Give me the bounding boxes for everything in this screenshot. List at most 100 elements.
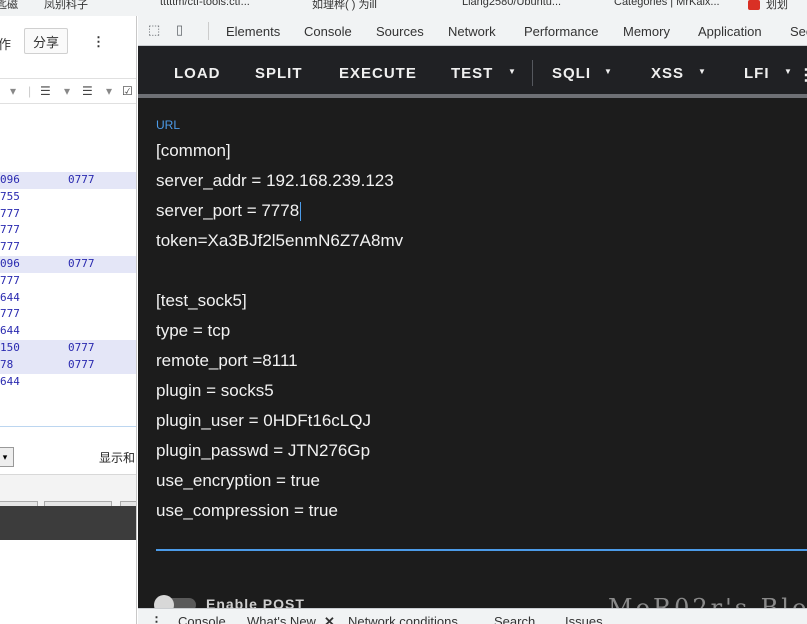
divider	[208, 22, 209, 40]
code-mode-value: 0777	[68, 357, 95, 371]
url-line: plugin_user = 0HDFt16cLQJ	[156, 411, 371, 430]
editor-code[interactable]: 096 0777 755 777 777 777 096 0777 777 644 777 644 15…	[0, 172, 136, 390]
code-permission-value: 096	[0, 173, 20, 186]
xss-menu-button[interactable]: XSS	[651, 65, 684, 82]
bookmark-item[interactable]: 如理桦( ) 为ill	[312, 0, 377, 12]
bookmarks-bar: 匙磁 凤别科子 tttttm/ctf-tools:ctf... 如理桦( ) 为…	[0, 0, 807, 16]
url-line-text: server_port = 7778	[156, 201, 300, 220]
drawer-tab-console[interactable]: Console	[178, 614, 226, 624]
editor-top-toolbar: 作 分享 ⋮	[0, 26, 136, 56]
bookmark-item[interactable]: 划划	[766, 0, 788, 12]
url-line: [test_sock5]	[156, 291, 247, 310]
code-permission-value: 78	[0, 357, 14, 371]
lfi-menu-button[interactable]: LFI	[744, 65, 770, 82]
code-permission-value: 644	[0, 324, 20, 338]
chevron-down-icon[interactable]: ▼	[698, 67, 707, 76]
url-textarea[interactable]: [common] server_addr = 192.168.239.123 s…	[156, 136, 796, 526]
url-line	[156, 256, 796, 286]
sqli-menu-button[interactable]: SQLI	[552, 65, 591, 82]
url-line: plugin_passwd = JTN276Gp	[156, 441, 371, 460]
code-line: 755	[0, 189, 136, 206]
taskbar-area	[0, 506, 136, 540]
url-line: remote_port =8111	[156, 351, 298, 370]
code-line: 150 0777	[0, 339, 136, 357]
inspect-element-icon[interactable]: ⬚	[148, 22, 164, 38]
bullet-list-icon[interactable]: ☰	[82, 84, 93, 98]
code-line: 777	[0, 239, 136, 256]
drawer-tab-issues[interactable]: Issues	[565, 614, 603, 624]
code-permission-value: 096	[0, 256, 20, 270]
devtools-drawer-tabbar: ⋮ Console What's New ✕ Network condition…	[138, 608, 807, 624]
drawer-tab-network-conditions[interactable]: Network conditions	[348, 614, 458, 624]
textarea-focus-underline	[156, 549, 807, 551]
toolbar-partial-label[interactable]: 作	[0, 34, 11, 53]
url-line: use_encryption = true	[156, 471, 320, 490]
url-line: type = tcp	[156, 321, 231, 340]
split-button[interactable]: SPLIT	[255, 65, 303, 82]
editor-status-area: ▾ 显示和	[0, 426, 136, 467]
url-label: URL	[156, 118, 181, 132]
bookmark-favicon-icon	[748, 0, 760, 10]
chevron-down-icon[interactable]: ▼	[508, 67, 517, 76]
test-menu-button[interactable]: TEST	[451, 65, 493, 82]
more-options-icon[interactable]: ⋮	[798, 65, 807, 85]
editor-bottom-toolbar	[0, 474, 136, 509]
chevron-down-icon[interactable]: ▼	[604, 67, 613, 76]
devtools-tabbar: ⬚ ▯ Elements Console Sources Network Per…	[138, 16, 807, 46]
checkbox-list-icon[interactable]: ☑	[122, 84, 133, 98]
code-permission-value: 777	[0, 273, 20, 287]
code-permission-value: 777	[0, 240, 20, 254]
bookmark-item[interactable]: 匙磁	[0, 0, 18, 12]
code-mode-value: 0777	[68, 340, 95, 354]
url-line: plugin = socks5	[156, 381, 274, 400]
more-options-icon[interactable]: ⋮	[92, 34, 105, 50]
code-line: 096 0777	[0, 172, 136, 189]
divider: |	[28, 84, 32, 98]
execute-button[interactable]: EXECUTE	[339, 65, 417, 82]
chevron-down-icon[interactable]: ▾	[10, 84, 16, 98]
url-line: token=Xa3BJf2l5enmN6Z7A8mv	[156, 231, 404, 250]
device-toolbar-icon[interactable]: ▯	[176, 22, 192, 38]
tab-security[interactable]: Sec	[790, 24, 807, 39]
divider	[532, 60, 533, 86]
bookmark-item[interactable]: tttttm/ctf-tools:ctf...	[160, 0, 250, 8]
chevron-down-icon[interactable]: ▾	[106, 84, 112, 98]
tab-network[interactable]: Network	[448, 24, 496, 39]
url-line: server_port = 7778	[156, 196, 796, 226]
code-permission-value: 755	[0, 189, 20, 203]
code-line: 777	[0, 222, 136, 239]
tab-performance[interactable]: Performance	[524, 24, 598, 39]
tab-sources[interactable]: Sources	[376, 24, 424, 39]
text-cursor	[300, 202, 302, 222]
tab-application[interactable]: Application	[698, 24, 762, 39]
bookmark-item[interactable]: 凤别科子	[44, 0, 88, 12]
code-permission-value: 777	[0, 223, 20, 237]
code-mode-value: 0777	[68, 256, 95, 270]
code-line: 644	[0, 323, 136, 340]
drawer-tab-whats-new[interactable]: What's New	[247, 614, 316, 624]
load-button[interactable]: LOAD	[174, 65, 221, 82]
code-line: 777	[0, 306, 136, 323]
dropdown-button[interactable]: ▾	[0, 447, 14, 467]
tab-elements[interactable]: Elements	[226, 24, 280, 39]
close-icon[interactable]: ✕	[324, 614, 335, 624]
url-line: [common]	[156, 141, 231, 160]
ordered-list-icon[interactable]: ☰	[40, 84, 51, 98]
screen: 匙磁 凤别科子 tttttm/ctf-tools:ctf... 如理桦( ) 为…	[0, 0, 807, 624]
code-permission-value: 644	[0, 290, 20, 304]
drawer-menu-icon[interactable]: ⋮	[150, 614, 163, 624]
share-button[interactable]: 分享	[24, 28, 68, 54]
chevron-down-icon[interactable]: ▾	[64, 84, 70, 98]
code-mode-value: 0777	[68, 173, 95, 186]
code-line: 096 0777	[0, 255, 136, 273]
code-permission-value: 777	[0, 307, 20, 321]
code-line: 644	[0, 290, 136, 307]
bookmark-item[interactable]: Liang2580/Ubuntu...	[462, 0, 561, 8]
tab-memory[interactable]: Memory	[623, 24, 670, 39]
bookmark-item[interactable]: Categories | MrKaix...	[614, 0, 720, 8]
code-line: 78 0777	[0, 356, 136, 374]
tab-console[interactable]: Console	[304, 24, 352, 39]
chevron-down-icon[interactable]: ▼	[784, 67, 793, 76]
drawer-tab-search[interactable]: Search	[494, 614, 535, 624]
code-line: 777	[0, 273, 136, 290]
